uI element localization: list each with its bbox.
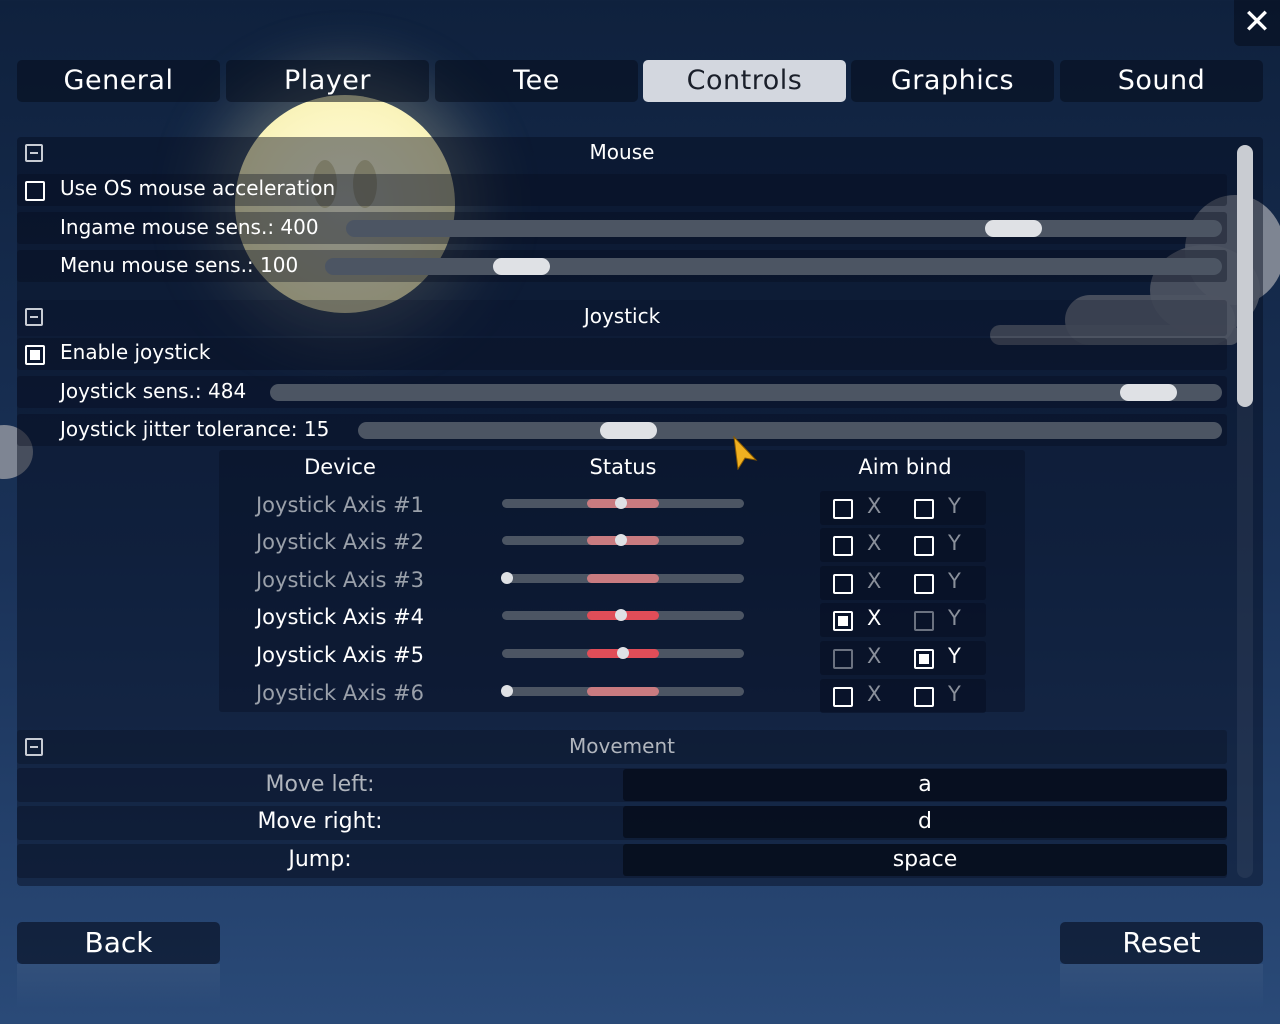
scrollbar-thumb[interactable] xyxy=(1237,145,1253,407)
aim-bind-x-label: X xyxy=(867,494,882,518)
key-button-move-left[interactable]: a xyxy=(623,769,1227,801)
axis-status-indicator xyxy=(614,497,627,509)
aim-bind-y-label: Y xyxy=(948,682,961,706)
axis-name: Joystick Axis #3 xyxy=(255,568,425,592)
jitter-label: Joystick jitter tolerance: 15 xyxy=(60,417,330,441)
aim-bind-x-label: X xyxy=(867,606,882,630)
joystick-section-title: Joystick xyxy=(583,304,661,328)
aim-bind-x-checkbox[interactable] xyxy=(833,687,853,707)
tab-tee[interactable]: Tee xyxy=(435,60,638,102)
reset-button[interactable]: Reset xyxy=(1060,922,1263,964)
joystick-sens-label: Joystick sens.: 484 xyxy=(60,379,247,403)
bind-label-move-left: Move left: xyxy=(265,772,375,797)
axis-deadzone-range xyxy=(587,574,659,583)
aim-bind-column-header: Aim bind xyxy=(858,455,952,479)
ingame-sens-slider[interactable] xyxy=(346,220,1222,237)
os-accel-label: Use OS mouse acceleration xyxy=(60,176,336,200)
axis-name: Joystick Axis #1 xyxy=(255,493,425,517)
aim-bind-y-label: Y xyxy=(948,606,961,630)
aim-bind-y-checkbox[interactable] xyxy=(914,499,934,519)
key-button-move-right[interactable]: d xyxy=(623,806,1227,838)
jitter-thumb[interactable] xyxy=(600,422,658,439)
reset-button-shade xyxy=(1060,964,1263,1009)
axis-status-indicator xyxy=(500,685,513,697)
back-button-shade xyxy=(17,964,220,1009)
aim-bind-x-checkbox[interactable] xyxy=(833,536,853,556)
mouse-section-title: Mouse xyxy=(589,140,655,164)
aim-bind-y-checkbox[interactable] xyxy=(914,536,934,556)
aim-bind-y-label: Y xyxy=(948,644,961,668)
status-column-header: Status xyxy=(589,455,657,479)
aim-bind-x-checkbox[interactable] xyxy=(833,611,853,631)
aim-bind-x-checkbox[interactable] xyxy=(833,499,853,519)
os-accel-checkbox[interactable] xyxy=(25,181,45,201)
tab-general[interactable]: General xyxy=(17,60,220,102)
menu-sens-thumb[interactable] xyxy=(493,258,550,275)
tab-player[interactable]: Player xyxy=(226,60,429,102)
axis-status-indicator xyxy=(617,647,629,659)
bind-label-jump: Jump: xyxy=(288,847,352,872)
axis-status-indicator xyxy=(614,609,627,621)
menu-sens-slider[interactable] xyxy=(325,258,1222,275)
ingame-sens-label: Ingame mouse sens.: 400 xyxy=(60,215,319,239)
axis-status-indicator xyxy=(614,534,627,546)
aim-bind-x-label: X xyxy=(867,644,882,668)
aim-bind-y-checkbox[interactable] xyxy=(914,574,934,594)
aim-bind-y-checkbox[interactable] xyxy=(914,687,934,707)
axis-deadzone-range xyxy=(587,687,659,696)
aim-bind-x-checkbox[interactable] xyxy=(833,649,853,669)
axis-name: Joystick Axis #6 xyxy=(255,681,425,705)
aim-bind-x-label: X xyxy=(867,682,882,706)
cursor-icon xyxy=(733,436,758,470)
axis-name: Joystick Axis #5 xyxy=(255,643,425,667)
tab-sound[interactable]: Sound xyxy=(1060,60,1263,102)
back-button[interactable]: Back xyxy=(17,922,220,964)
movement-section-title: Movement xyxy=(569,734,675,758)
joystick-sens-slider[interactable] xyxy=(270,384,1222,401)
aim-bind-y-label: Y xyxy=(948,569,961,593)
joystick-sens-thumb[interactable] xyxy=(1120,384,1178,401)
jitter-slider[interactable] xyxy=(358,422,1222,439)
key-button-jump[interactable]: space xyxy=(623,844,1227,876)
aim-bind-x-label: X xyxy=(867,531,882,555)
close-button[interactable]: ✕ xyxy=(1234,0,1280,46)
enable-joystick-label: Enable joystick xyxy=(60,340,211,364)
aim-bind-y-checkbox[interactable] xyxy=(914,611,934,631)
close-icon: ✕ xyxy=(1242,2,1272,42)
aim-bind-y-label: Y xyxy=(948,531,961,555)
aim-bind-x-checkbox[interactable] xyxy=(833,574,853,594)
axis-name: Joystick Axis #4 xyxy=(255,605,425,629)
device-column-header: Device xyxy=(304,455,376,479)
tab-graphics[interactable]: Graphics xyxy=(851,60,1054,102)
axis-name: Joystick Axis #2 xyxy=(255,530,425,554)
enable-joystick-checkbox[interactable] xyxy=(25,345,45,365)
menu-sens-label: Menu mouse sens.: 100 xyxy=(60,253,299,277)
axis-status-indicator xyxy=(500,572,513,584)
ingame-sens-thumb[interactable] xyxy=(984,220,1042,237)
aim-bind-y-checkbox[interactable] xyxy=(914,649,934,669)
bind-label-move-right: Move right: xyxy=(257,809,383,834)
aim-bind-y-label: Y xyxy=(948,494,961,518)
tab-controls[interactable]: Controls xyxy=(643,60,846,102)
aim-bind-x-label: X xyxy=(867,569,882,593)
